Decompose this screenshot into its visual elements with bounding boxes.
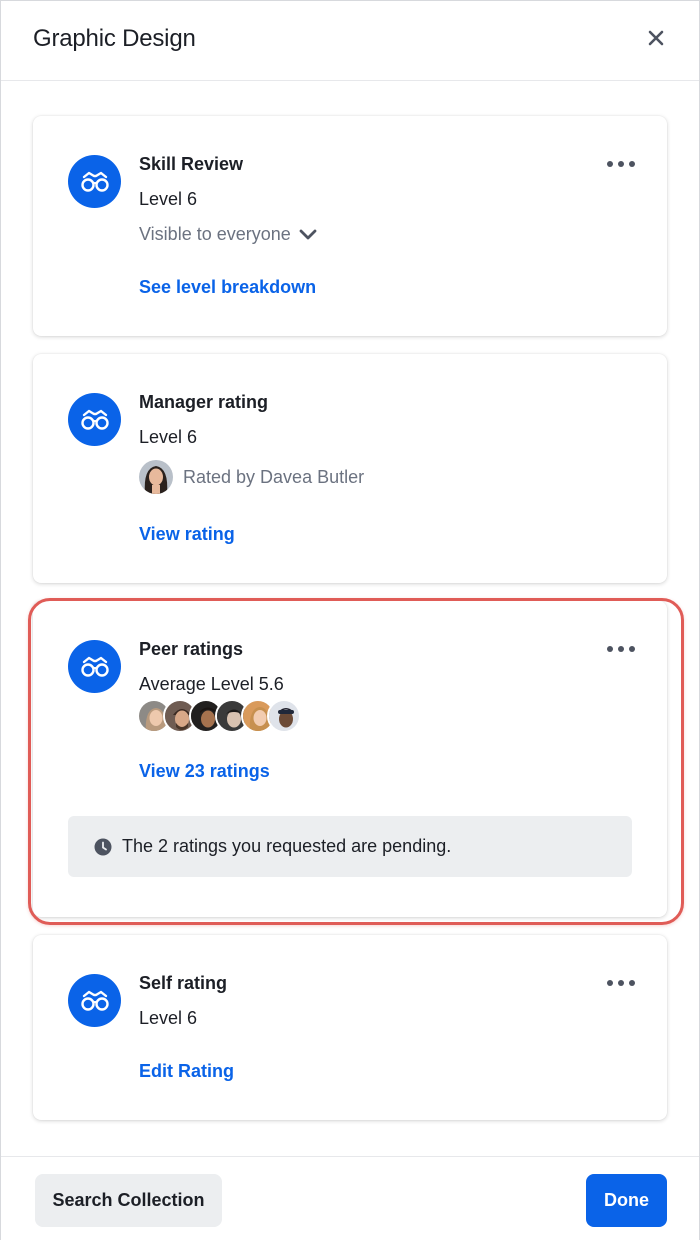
page-title: Graphic Design <box>33 25 196 52</box>
avatar <box>267 699 301 733</box>
card-level: Average Level 5.6 <box>139 674 284 694</box>
card-title: Self rating <box>139 973 228 993</box>
more-options-button[interactable] <box>607 156 635 172</box>
more-dot-icon <box>629 646 635 652</box>
more-dot-icon <box>607 980 613 986</box>
more-dot-icon <box>607 161 613 167</box>
close-button[interactable] <box>641 23 671 53</box>
skill-detail-dialog: Graphic Design Skill Review Level 6 Visi… <box>0 0 700 1240</box>
card-level: Level 6 <box>139 427 198 447</box>
visibility-label: Visible to everyone <box>139 224 291 244</box>
card-title: Skill Review <box>139 154 244 174</box>
avatar <box>139 460 173 494</box>
chevron-down-icon <box>299 229 317 239</box>
more-dot-icon <box>629 161 635 167</box>
peer-avatar-stack[interactable] <box>137 699 301 733</box>
skill-review-card: Skill Review Level 6 Visible to everyone… <box>33 116 667 336</box>
view-rating-link[interactable]: View rating <box>139 524 235 545</box>
more-options-button[interactable] <box>607 975 635 991</box>
manager-rating-card: Manager rating Level 6 Rated by Davea Bu… <box>33 354 667 583</box>
glasses-icon <box>68 155 121 208</box>
pending-notice-text: The 2 ratings you requested are pending. <box>122 836 452 856</box>
card-level: Level 6 <box>139 1008 198 1028</box>
see-level-breakdown-link[interactable]: See level breakdown <box>139 277 316 298</box>
more-options-button[interactable] <box>607 641 635 657</box>
card-title: Peer ratings <box>139 639 244 659</box>
search-collection-button[interactable]: Search Collection <box>35 1174 222 1227</box>
dialog-footer: Search Collection Done <box>1 1156 699 1240</box>
edit-rating-link[interactable]: Edit Rating <box>139 1061 234 1082</box>
dialog-content[interactable]: Skill Review Level 6 Visible to everyone… <box>1 82 699 1155</box>
view-ratings-link[interactable]: View 23 ratings <box>139 761 270 782</box>
peer-ratings-card: Peer ratings Average Level 5.6 View 23 r… <box>33 601 667 917</box>
more-dot-icon <box>618 646 624 652</box>
clock-icon <box>94 838 112 855</box>
rated-by: Rated by Davea Butler <box>139 460 364 494</box>
more-dot-icon <box>618 161 624 167</box>
dialog-header: Graphic Design <box>1 1 699 81</box>
more-dot-icon <box>629 980 635 986</box>
card-level: Level 6 <box>139 189 198 209</box>
done-button[interactable]: Done <box>586 1174 667 1227</box>
pending-notice: The 2 ratings you requested are pending. <box>68 816 632 877</box>
self-rating-card: Self rating Level 6 Edit Rating <box>33 935 667 1120</box>
rated-by-text: Rated by Davea Butler <box>183 466 365 487</box>
more-dot-icon <box>607 646 613 652</box>
glasses-icon <box>68 640 121 693</box>
glasses-icon <box>68 393 121 446</box>
visibility-dropdown[interactable]: Visible to everyone <box>139 224 317 245</box>
more-dot-icon <box>618 980 624 986</box>
card-title: Manager rating <box>139 392 269 412</box>
close-icon <box>648 30 664 46</box>
glasses-icon <box>68 974 121 1027</box>
